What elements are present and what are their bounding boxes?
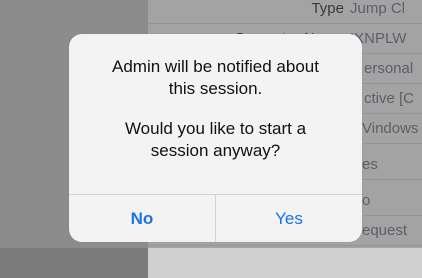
- alert-message-line: Would you like to start a: [124, 119, 307, 138]
- detail-row-value: ersonal: [364, 60, 414, 77]
- detail-row-value: equest: [362, 222, 408, 239]
- alert-message-line: session anyway?: [150, 141, 281, 160]
- confirm-session-alert: Admin will be notified about this sessio…: [69, 34, 362, 242]
- detail-row-value: ctive [C: [364, 90, 415, 107]
- alert-message-line: this session.: [168, 79, 263, 98]
- yes-button[interactable]: Yes: [216, 195, 362, 242]
- detail-row-value: Jump Cl: [350, 0, 406, 17]
- detail-row-label: Type: [311, 0, 344, 17]
- alert-message-spacer: [69, 100, 362, 118]
- background-sidebar-footer: [0, 248, 148, 278]
- alert-actions: No Yes: [69, 194, 362, 242]
- detail-row-value: o: [362, 192, 371, 209]
- no-button[interactable]: No: [69, 195, 215, 242]
- detail-row-value: es: [362, 156, 378, 173]
- alert-message: Admin will be notified about this sessio…: [69, 56, 362, 162]
- detail-row-type: Type Jump Cl: [148, 0, 422, 24]
- background-detail-footer: [148, 248, 422, 278]
- detail-row-value: Vindows: [362, 120, 419, 137]
- alert-message-line: Admin will be notified about: [112, 57, 319, 76]
